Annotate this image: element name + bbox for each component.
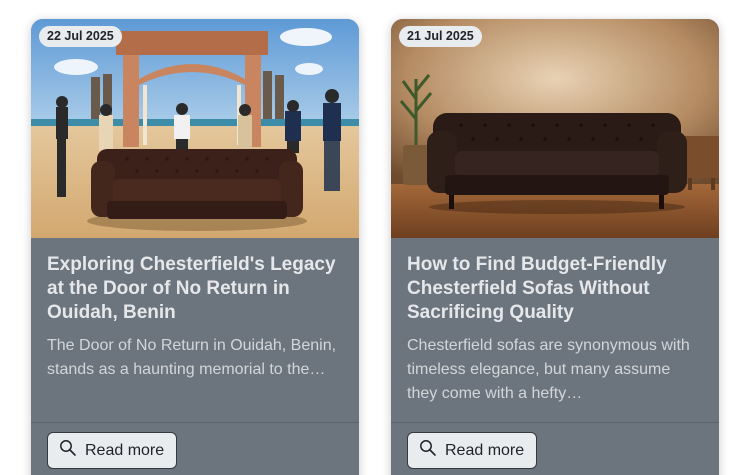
card-footer: Read more (31, 422, 359, 475)
post-title[interactable]: Exploring Chesterfield's Legacy at the D… (47, 253, 343, 325)
read-more-button[interactable]: Read more (407, 432, 538, 469)
blog-card: 22 Jul 2025 Exploring Chesterfield's Leg… (31, 19, 359, 475)
post-excerpt: Chesterfield sofas are synonymous with t… (407, 337, 690, 402)
blog-post-grid: 22 Jul 2025 Exploring Chesterfield's Leg… (0, 0, 743, 475)
card-footer: Read more (391, 422, 719, 475)
post-image[interactable]: 21 Jul 2025 (391, 19, 719, 238)
card-body: Exploring Chesterfield's Legacy at the D… (31, 238, 359, 406)
blog-card: 21 Jul 2025 How to Find Budget-Friendly … (391, 19, 719, 475)
post-image-illustration (31, 19, 359, 238)
post-excerpt: The Door of No Return in Ouidah, Benin, … (47, 337, 337, 378)
post-date-badge: 22 Jul 2025 (39, 26, 122, 47)
post-image[interactable]: 22 Jul 2025 (31, 19, 359, 238)
search-icon (59, 439, 77, 457)
read-more-button[interactable]: Read more (47, 432, 178, 469)
post-image-illustration (391, 19, 719, 238)
search-icon (419, 439, 437, 457)
card-body: How to Find Budget-Friendly Chesterfield… (391, 238, 719, 406)
read-more-label: Read more (445, 441, 525, 459)
read-more-label: Read more (85, 441, 165, 459)
post-title[interactable]: How to Find Budget-Friendly Chesterfield… (407, 253, 703, 325)
post-date-badge: 21 Jul 2025 (399, 26, 482, 47)
